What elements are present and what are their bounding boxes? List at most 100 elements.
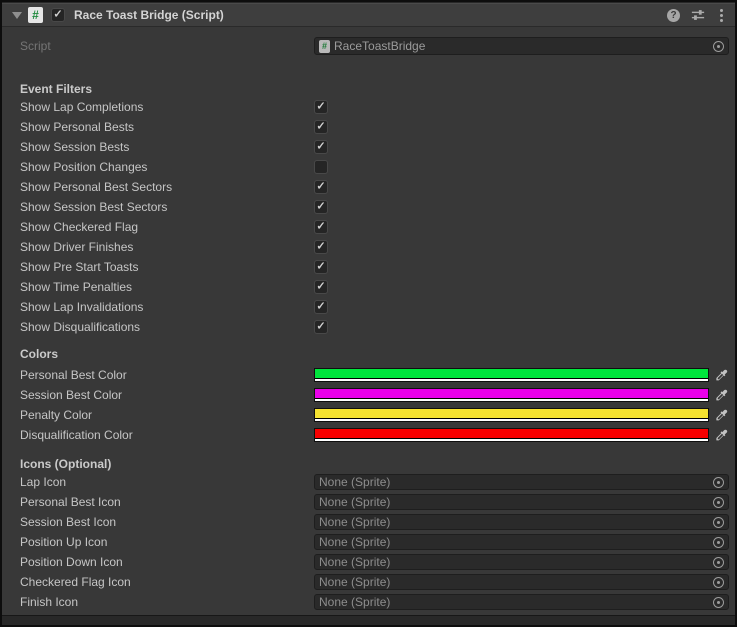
color-alpha-bar <box>315 418 708 421</box>
checkmark-icon: ✓ <box>316 261 325 272</box>
object-picker-icon[interactable] <box>713 517 724 528</box>
property-label: Show Driver Finishes <box>20 240 314 254</box>
color-swatch-fill <box>315 429 708 438</box>
sprite-object-field[interactable]: None (Sprite) <box>314 474 729 490</box>
csharp-script-icon: # <box>28 7 43 23</box>
inspector-panel: # ✓ Race Toast Bridge (Script) ? Script … <box>0 0 737 627</box>
checkbox-row: Show Disqualifications ✓ <box>2 317 735 337</box>
property-label: Position Down Icon <box>20 555 314 569</box>
property-checkbox[interactable]: ✓ <box>314 180 328 194</box>
property-label: Lap Icon <box>20 475 314 489</box>
sprite-row: Personal Best Icon None (Sprite) <box>2 492 735 512</box>
checkmark-icon: ✓ <box>316 301 325 312</box>
eyedropper-icon[interactable] <box>713 368 729 382</box>
object-picker-icon[interactable] <box>713 477 724 488</box>
section-header-event-filters: Event Filters <box>2 82 735 97</box>
help-icon[interactable]: ? <box>667 9 680 22</box>
foldout-arrow-icon[interactable] <box>12 12 22 19</box>
component-title: Race Toast Bridge (Script) <box>74 8 224 22</box>
window-bottom-edge <box>2 615 735 625</box>
color-swatch-fill <box>315 389 708 398</box>
checkbox-row: Show Personal Bests ✓ <box>2 117 735 137</box>
color-swatch[interactable] <box>314 388 709 402</box>
property-checkbox[interactable] <box>314 160 328 174</box>
checkmark-icon: ✓ <box>316 221 325 232</box>
script-row: Script # RaceToastBridge <box>2 37 735 55</box>
checkmark-icon: ✓ <box>316 101 325 112</box>
checkmark-icon: ✓ <box>316 141 325 152</box>
checkbox-row: Show Time Penalties ✓ <box>2 277 735 297</box>
property-label: Disqualification Color <box>20 428 314 442</box>
sprite-object-value: None (Sprite) <box>319 535 390 549</box>
checkbox-row: Show Session Bests ✓ <box>2 137 735 157</box>
property-label: Show Lap Invalidations <box>20 300 314 314</box>
property-label: Show Disqualifications <box>20 320 314 334</box>
color-swatch[interactable] <box>314 408 709 422</box>
sprite-object-field[interactable]: None (Sprite) <box>314 554 729 570</box>
sprite-object-field[interactable]: None (Sprite) <box>314 534 729 550</box>
script-object-field[interactable]: # RaceToastBridge <box>314 37 729 55</box>
property-checkbox[interactable]: ✓ <box>314 300 328 314</box>
property-label: Personal Best Color <box>20 368 314 382</box>
object-picker-icon[interactable] <box>713 597 724 608</box>
component-enabled-checkbox[interactable]: ✓ <box>51 8 65 22</box>
sprite-object-field[interactable]: None (Sprite) <box>314 574 729 590</box>
presets-icon[interactable] <box>691 8 705 22</box>
sprite-object-field[interactable]: None (Sprite) <box>314 594 729 610</box>
section-header-colors: Colors <box>2 347 735 362</box>
property-label: Position Up Icon <box>20 535 314 549</box>
color-row: Disqualification Color <box>2 425 735 445</box>
property-checkbox[interactable]: ✓ <box>314 240 328 254</box>
checkbox-row: Show Pre Start Toasts ✓ <box>2 257 735 277</box>
sprite-object-value: None (Sprite) <box>319 495 390 509</box>
property-label: Checkered Flag Icon <box>20 575 314 589</box>
property-label: Finish Icon <box>20 595 314 609</box>
script-label: Script <box>20 39 314 53</box>
color-row: Personal Best Color <box>2 365 735 385</box>
eyedropper-icon[interactable] <box>713 388 729 402</box>
sprite-object-value: None (Sprite) <box>319 515 390 529</box>
component-header[interactable]: # ✓ Race Toast Bridge (Script) ? <box>2 3 735 27</box>
sprite-row: Lap Icon None (Sprite) <box>2 472 735 492</box>
color-alpha-bar <box>315 438 708 441</box>
property-checkbox[interactable]: ✓ <box>314 220 328 234</box>
checkbox-row: Show Personal Best Sectors ✓ <box>2 177 735 197</box>
eyedropper-icon[interactable] <box>713 408 729 422</box>
color-swatch-fill <box>315 369 708 378</box>
sprite-object-field[interactable]: None (Sprite) <box>314 494 729 510</box>
color-row: Session Best Color <box>2 385 735 405</box>
property-checkbox[interactable]: ✓ <box>314 200 328 214</box>
property-checkbox[interactable]: ✓ <box>314 100 328 114</box>
object-picker-icon[interactable] <box>713 557 724 568</box>
object-picker-icon[interactable] <box>713 497 724 508</box>
object-picker-icon[interactable] <box>713 537 724 548</box>
property-checkbox[interactable]: ✓ <box>314 320 328 334</box>
property-checkbox[interactable]: ✓ <box>314 140 328 154</box>
object-picker-icon[interactable] <box>713 577 724 588</box>
section-header-icons-optional: Icons (Optional) <box>2 457 735 472</box>
property-checkbox[interactable]: ✓ <box>314 120 328 134</box>
sprite-object-value: None (Sprite) <box>319 595 390 609</box>
sprite-row: Checkered Flag Icon None (Sprite) <box>2 572 735 592</box>
color-swatch[interactable] <box>314 368 709 382</box>
sprite-row: Position Up Icon None (Sprite) <box>2 532 735 552</box>
property-checkbox[interactable]: ✓ <box>314 280 328 294</box>
checkmark-icon: ✓ <box>316 121 325 132</box>
checkmark-icon: ✓ <box>316 321 325 332</box>
object-picker-icon[interactable] <box>713 41 724 52</box>
eyedropper-icon[interactable] <box>713 428 729 442</box>
checkbox-row: Show Checkered Flag ✓ <box>2 217 735 237</box>
sprite-row: Session Best Icon None (Sprite) <box>2 512 735 532</box>
property-label: Show Personal Bests <box>20 120 314 134</box>
property-label: Session Best Color <box>20 388 314 402</box>
color-swatch[interactable] <box>314 428 709 442</box>
checkbox-row: Show Lap Invalidations ✓ <box>2 297 735 317</box>
property-checkbox[interactable]: ✓ <box>314 260 328 274</box>
sprite-object-value: None (Sprite) <box>319 555 390 569</box>
sprite-object-field[interactable]: None (Sprite) <box>314 514 729 530</box>
kebab-menu-icon[interactable] <box>716 8 727 23</box>
sprite-row: Position Down Icon None (Sprite) <box>2 552 735 572</box>
color-alpha-bar <box>315 398 708 401</box>
csharp-script-icon: # <box>319 40 330 53</box>
header-actions: ? <box>667 8 727 23</box>
